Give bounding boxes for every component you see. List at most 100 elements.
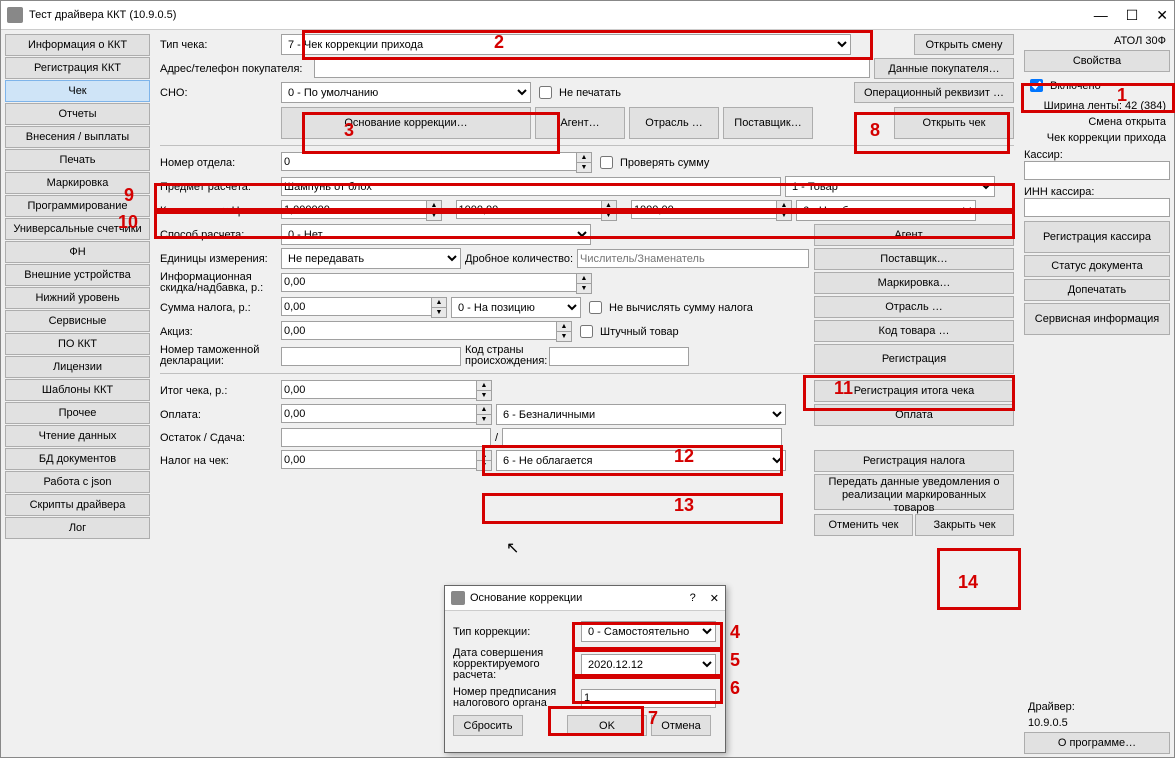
sidebar-item[interactable]: Чтение данных — [5, 425, 150, 447]
register-button[interactable]: Регистрация — [814, 344, 1014, 374]
dept-spinner[interactable]: ▲▼ — [576, 152, 592, 173]
sum-input[interactable] — [631, 200, 776, 219]
driver-label: Драйвер: — [1024, 700, 1170, 714]
sidebar-item[interactable]: Прочее — [5, 402, 150, 424]
goodscode-button[interactable]: Код товара … — [814, 320, 1014, 342]
maximize-button[interactable]: ☐ — [1126, 7, 1139, 24]
sidebar-item[interactable]: Печать — [5, 149, 150, 171]
no-print-checkbox[interactable]: Не печатать — [535, 83, 621, 102]
doc-status-button[interactable]: Статус документа — [1024, 255, 1170, 277]
subject-input[interactable] — [281, 177, 781, 196]
label-unit: Единицы измерения: — [160, 253, 277, 265]
taxoncheque-input[interactable] — [281, 450, 476, 469]
agent-button[interactable]: Агент… — [535, 107, 625, 139]
nocalctax-checkbox[interactable]: Не вычислять сумму налога — [585, 298, 753, 317]
label-excise: Акциз: — [160, 326, 277, 338]
sidebar-item[interactable]: Лог — [5, 517, 150, 539]
sidebar-item-cheque[interactable]: Чек — [5, 80, 150, 102]
total-input[interactable] — [281, 380, 476, 399]
change2-input[interactable] — [502, 428, 782, 447]
dialog-ok-button[interactable]: OK — [567, 715, 647, 736]
paymethod-select[interactable]: 0 - Нет — [281, 224, 591, 245]
taxtype2-select[interactable]: 6 - Не облагается — [496, 450, 786, 471]
oper-req-button[interactable]: Операционный реквизит … — [854, 82, 1014, 103]
sidebar-item[interactable]: ПО ККТ — [5, 333, 150, 355]
customs-input[interactable] — [281, 347, 461, 366]
app-window: Тест драйвера ККТ (10.9.0.5) — ☐ ✕ Инфор… — [0, 0, 1175, 758]
corr-type-select[interactable]: 0 - Самостоятельно — [581, 621, 716, 642]
app-icon — [7, 7, 23, 23]
tax-select[interactable]: 6 - Не облагается — [796, 200, 976, 221]
buyer-data-button[interactable]: Данные покупателя… — [874, 58, 1014, 79]
titlebar: Тест драйвера ККТ (10.9.0.5) — ☐ ✕ — [1, 1, 1174, 30]
sidebar-item[interactable]: Шаблоны ККТ — [5, 379, 150, 401]
properties-button[interactable]: Свойства — [1024, 50, 1170, 72]
dialog-cancel-button[interactable]: Отмена — [651, 715, 711, 736]
paytype-select[interactable]: 6 - Безналичными — [496, 404, 786, 425]
sidebar-item[interactable]: Регистрация ККТ — [5, 57, 150, 79]
correction-basis-button[interactable]: Основание коррекции… — [281, 107, 531, 139]
sidebar-item[interactable]: Нижний уровень — [5, 287, 150, 309]
regtax-button[interactable]: Регистрация налога — [814, 450, 1014, 472]
price-input[interactable] — [456, 200, 601, 219]
reg-cashier-button[interactable]: Регистрация кассира — [1024, 221, 1170, 253]
senddata-button[interactable]: Передать данные уведомления о реализации… — [814, 474, 1014, 510]
payment-input[interactable] — [281, 404, 476, 423]
supplier2-button[interactable]: Поставщик… — [814, 248, 1014, 270]
reprint-button[interactable]: Допечатать — [1024, 279, 1170, 301]
sidebar-item[interactable]: БД документов — [5, 448, 150, 470]
infodisc-input[interactable] — [281, 273, 576, 292]
subject-type-select[interactable]: 1 - Товар — [785, 176, 995, 197]
industry2-button[interactable]: Отрасль … — [814, 296, 1014, 318]
supplier-button[interactable]: Поставщик… — [723, 107, 813, 139]
buyer-input[interactable] — [314, 59, 870, 78]
sidebar-item[interactable]: Лицензии — [5, 356, 150, 378]
dept-input[interactable] — [281, 152, 576, 171]
sidebar-item[interactable]: Скрипты драйвера — [5, 494, 150, 516]
sidebar-item[interactable]: Внесения / выплаты — [5, 126, 150, 148]
origin-input[interactable] — [549, 347, 689, 366]
qty-input[interactable] — [281, 200, 426, 219]
label-taxsum: Сумма налога, р.: — [160, 302, 277, 314]
cheque-type-select[interactable]: 7 - Чек коррекции прихода — [281, 34, 851, 55]
close-cheque-button[interactable]: Закрыть чек — [915, 514, 1014, 536]
marking-button[interactable]: Маркировка… — [814, 272, 1014, 294]
prescr-num-input[interactable] — [581, 689, 716, 708]
agent2-button[interactable]: Агент… — [814, 224, 1014, 246]
fracqty-input[interactable] — [577, 249, 809, 268]
dialog-help-button[interactable]: ? — [690, 592, 696, 604]
sno-select[interactable]: 0 - По умолчанию — [281, 82, 531, 103]
enabled-checkbox[interactable]: Включено — [1024, 74, 1170, 97]
sidebar-item[interactable]: Отчеты — [5, 103, 150, 125]
sidebar-item[interactable]: Внешние устройства — [5, 264, 150, 286]
corr-date-select[interactable]: 2020.12.12 — [581, 654, 716, 675]
service-info-button[interactable]: Сервисная информация — [1024, 303, 1170, 335]
label-origin: Код страны происхождения: — [465, 345, 545, 367]
taxsum-input[interactable] — [281, 297, 431, 316]
label-customs: Номер таможенной декларации: — [160, 345, 277, 367]
sidebar-item[interactable]: ФН — [5, 241, 150, 263]
industry-button[interactable]: Отрасль … — [629, 107, 719, 139]
about-button[interactable]: О программе… — [1024, 732, 1170, 754]
piece-checkbox[interactable]: Штучный товар — [576, 322, 679, 341]
cancel-cheque-button[interactable]: Отменить чек — [814, 514, 913, 536]
open-shift-button[interactable]: Открыть смену — [914, 34, 1014, 55]
excise-input[interactable] — [281, 321, 556, 340]
cashier-inn-input[interactable] — [1024, 198, 1170, 217]
label-taxoncheque: Налог на чек: — [160, 455, 277, 467]
dialog-reset-button[interactable]: Сбросить — [453, 715, 523, 736]
close-button[interactable]: ✕ — [1156, 7, 1168, 24]
taxpos-select[interactable]: 0 - На позицию — [451, 297, 581, 318]
pay-button[interactable]: Оплата — [814, 404, 1014, 426]
checksum-checkbox[interactable]: Проверять сумму — [596, 153, 709, 172]
label-corr-date: Дата совершения корректируемого расчета: — [453, 648, 581, 681]
change1-input[interactable] — [281, 428, 491, 447]
dialog-close-button[interactable]: ✕ — [710, 592, 719, 605]
open-cheque-button[interactable]: Открыть чек — [894, 107, 1014, 139]
cashier-input[interactable] — [1024, 161, 1170, 180]
sidebar-item[interactable]: Сервисные — [5, 310, 150, 332]
unit-select[interactable]: Не передавать — [281, 248, 461, 269]
minimize-button[interactable]: — — [1094, 7, 1108, 24]
sidebar-item[interactable]: Информация о ККТ — [5, 34, 150, 56]
sidebar-item[interactable]: Работа с json — [5, 471, 150, 493]
